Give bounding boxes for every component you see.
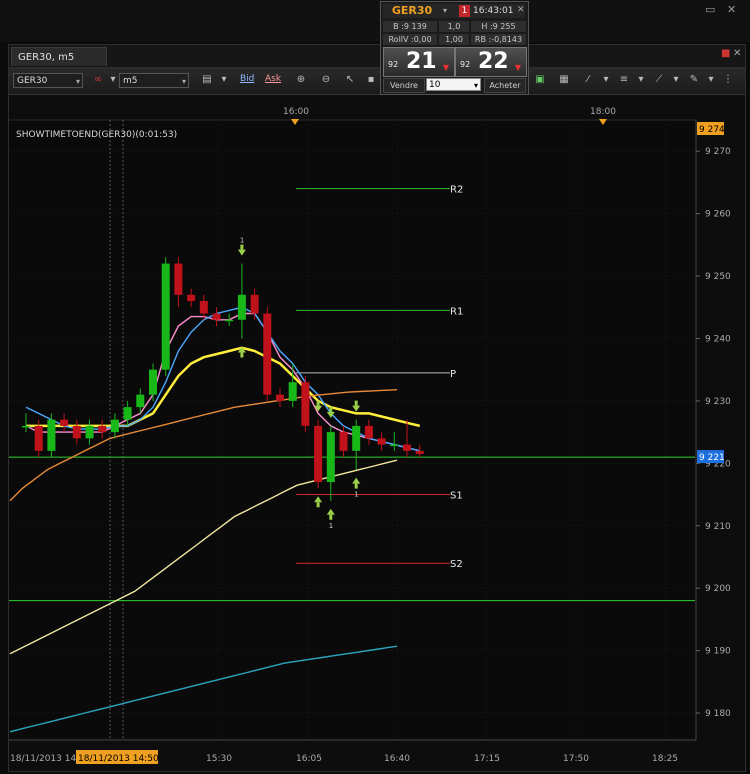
x-label-1640: 16:40 xyxy=(384,754,410,764)
pivot-label-s1: S1 xyxy=(450,491,463,502)
close-icon[interactable]: ✕ xyxy=(517,5,525,15)
candle-body xyxy=(136,394,145,408)
down-arrow-icon: ▼ xyxy=(442,63,449,72)
y-tick-label: 9 240 xyxy=(705,334,731,344)
buy-price-button[interactable]: 92 22 ▼ xyxy=(455,47,527,77)
buy-button[interactable]: Acheter xyxy=(484,78,526,93)
price-ticket-panel: GER30 ▾ 1 16:43:01 ✕ B :9 139 1,0 H :9 2… xyxy=(380,1,529,95)
buy-signal-stem xyxy=(316,502,320,508)
sell-signal-stem xyxy=(316,400,320,406)
candle-body xyxy=(161,263,170,370)
rollv-cell: RollV :0,00 xyxy=(383,34,437,45)
rb-cell: RB :-0,8143 xyxy=(471,34,526,45)
candle-body xyxy=(72,425,81,439)
x-label-1530: 15:30 xyxy=(206,754,232,764)
sell-signal-stem xyxy=(329,406,333,412)
candle-body xyxy=(326,432,335,483)
sell-signal-stem xyxy=(240,244,244,250)
x-top-label-1600: 16:00 xyxy=(283,107,309,117)
alert-badge[interactable]: 1 xyxy=(459,5,470,17)
signal-count-label: 1 xyxy=(329,522,333,530)
signal-count-label: 1 xyxy=(240,237,244,245)
candle-body xyxy=(47,419,56,451)
price-chart[interactable]: 9 1809 1909 2009 2109 2209 2309 2409 250… xyxy=(0,0,750,774)
candle-body xyxy=(403,444,411,451)
candle-body xyxy=(352,425,361,451)
sell-price-button[interactable]: 92 21 ▼ xyxy=(383,47,455,77)
ratio-cell: 1,00 xyxy=(439,34,469,45)
pivot-label-r2: R2 xyxy=(450,185,463,196)
candle-body xyxy=(237,294,246,320)
y-tick-label: 9 190 xyxy=(705,647,731,657)
candle-body xyxy=(123,407,132,420)
y-tick-label: 9 270 xyxy=(705,147,731,157)
y-tick-label: 9 250 xyxy=(705,272,731,282)
y-tick-label: 9 180 xyxy=(705,709,731,719)
candle-body xyxy=(85,425,94,439)
indicator-label: SHOWTIMETOEND(GER30)(0:01:53) xyxy=(16,130,177,140)
candle-body xyxy=(149,369,157,395)
x-label-cursor: 18/11/2013 14:50 xyxy=(78,754,159,764)
candle-body xyxy=(22,425,30,428)
sell-signal-stem xyxy=(354,400,358,406)
bid-low-cell: B :9 139 xyxy=(383,21,437,32)
candle-body xyxy=(390,444,399,447)
candle-body xyxy=(339,432,348,451)
candle-body xyxy=(263,313,272,395)
candle-body xyxy=(34,425,43,451)
quantity-value: 10 xyxy=(429,80,441,90)
candle-body xyxy=(276,394,284,401)
candle-body xyxy=(415,450,424,454)
candle-body xyxy=(364,425,373,439)
buy-signal-stem xyxy=(329,514,333,520)
x-label-start: 18/11/2013 14: xyxy=(10,754,79,764)
top-price-label: 9 274 xyxy=(699,125,725,135)
current-price-label: 9 221 xyxy=(699,453,725,463)
spread-cell: 1,0 xyxy=(439,21,469,32)
candle-body xyxy=(212,313,221,320)
quantity-select[interactable]: 10 ▾ xyxy=(426,78,481,91)
sell-button[interactable]: Vendre xyxy=(383,78,425,93)
ticket-header: GER30 ▾ 1 16:43:01 ✕ xyxy=(383,4,525,18)
candle-body xyxy=(98,425,107,433)
chevron-down-icon: ▾ xyxy=(473,81,478,90)
pivot-label-r1: R1 xyxy=(450,306,463,317)
candle-body xyxy=(60,419,69,426)
buy-price-big: 22 xyxy=(478,49,509,74)
sell-price-big: 21 xyxy=(406,49,437,74)
candle-body xyxy=(377,438,386,445)
x-label-1715: 17:15 xyxy=(474,754,500,764)
candle-body xyxy=(225,319,234,322)
candle-body xyxy=(288,382,297,401)
candle-body xyxy=(187,294,196,302)
high-cell: H :9 255 xyxy=(471,21,526,32)
y-tick-label: 9 230 xyxy=(705,397,731,407)
x-label-1605: 16:05 xyxy=(296,754,322,764)
pivot-label-p: P xyxy=(450,369,456,380)
sell-price-prefix: 92 xyxy=(388,60,399,69)
y-tick-label: 9 260 xyxy=(705,210,731,220)
buy-signal-stem xyxy=(240,352,244,358)
y-tick-label: 9 210 xyxy=(705,522,731,532)
ticket-clock: 16:43:01 xyxy=(473,6,514,16)
candle-body xyxy=(250,294,259,314)
candle-body xyxy=(110,419,119,433)
x-label-1750: 17:50 xyxy=(563,754,589,764)
x-label-1825: 18:25 xyxy=(652,754,678,764)
candle-body xyxy=(174,263,183,295)
buy-signal-stem xyxy=(354,483,358,489)
candle-body xyxy=(314,425,323,483)
candle-body xyxy=(301,382,310,426)
signal-count-label: 1 xyxy=(354,491,358,499)
chevron-down-icon[interactable]: ▾ xyxy=(443,6,447,15)
buy-price-prefix: 92 xyxy=(460,60,471,69)
down-arrow-icon: ▼ xyxy=(514,63,521,72)
ticket-symbol[interactable]: GER30 xyxy=(383,4,441,18)
pivot-label-s2: S2 xyxy=(450,559,463,570)
x-top-label-1800: 18:00 xyxy=(590,107,616,117)
y-tick-label: 9 200 xyxy=(705,584,731,594)
candle-body xyxy=(199,301,208,314)
